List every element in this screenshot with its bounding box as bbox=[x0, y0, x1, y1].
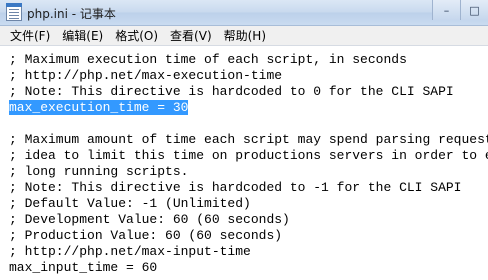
text-editor[interactable]: ; Maximum execution time of each script,… bbox=[0, 47, 488, 280]
editor-line: ; Note: This directive is hardcoded to 0… bbox=[9, 84, 454, 99]
menu-format[interactable]: 格式(O) bbox=[109, 26, 164, 46]
editor-line: max_input_time = 60 bbox=[9, 260, 158, 275]
selected-text[interactable]: max_execution_time = 30 bbox=[9, 100, 189, 115]
menu-file[interactable]: 文件(F) bbox=[4, 26, 56, 46]
editor-line: ; Default Value: -1 (Unlimited) bbox=[9, 196, 251, 211]
window-title: php.ini - 记事本 bbox=[27, 7, 116, 21]
editor-line: ; Development Value: 60 (60 seconds) bbox=[9, 212, 290, 227]
notepad-icon bbox=[6, 3, 22, 21]
editor-line-selected: max_execution_time = 30 bbox=[9, 100, 488, 116]
minimize-button[interactable]: – bbox=[432, 0, 460, 20]
editor-line: ; idea to limit this time on productions… bbox=[9, 148, 488, 163]
menu-edit[interactable]: 编辑(E) bbox=[56, 26, 109, 46]
editor-line: ; http://php.net/max-input-time bbox=[9, 244, 251, 259]
title-bar[interactable]: php.ini - 记事本 – □ bbox=[0, 0, 488, 26]
editor-line: ; http://php.net/max-execution-time bbox=[9, 68, 283, 83]
editor-line: ; Maximum amount of time each script may… bbox=[9, 132, 488, 147]
editor-line: ; Maximum execution time of each script,… bbox=[9, 52, 407, 67]
editor-line: ; long running scripts. bbox=[9, 164, 189, 179]
menu-help[interactable]: 帮助(H) bbox=[218, 26, 272, 46]
window-controls: – □ bbox=[432, 0, 488, 20]
menu-bar: 文件(F) 编辑(E) 格式(O) 查看(V) 帮助(H) bbox=[0, 26, 488, 46]
editor-line: ; Production Value: 60 (60 seconds) bbox=[9, 228, 283, 243]
menu-view[interactable]: 查看(V) bbox=[164, 26, 218, 46]
maximize-button[interactable]: □ bbox=[460, 0, 488, 20]
editor-line: ; Note: This directive is hardcoded to -… bbox=[9, 180, 462, 195]
